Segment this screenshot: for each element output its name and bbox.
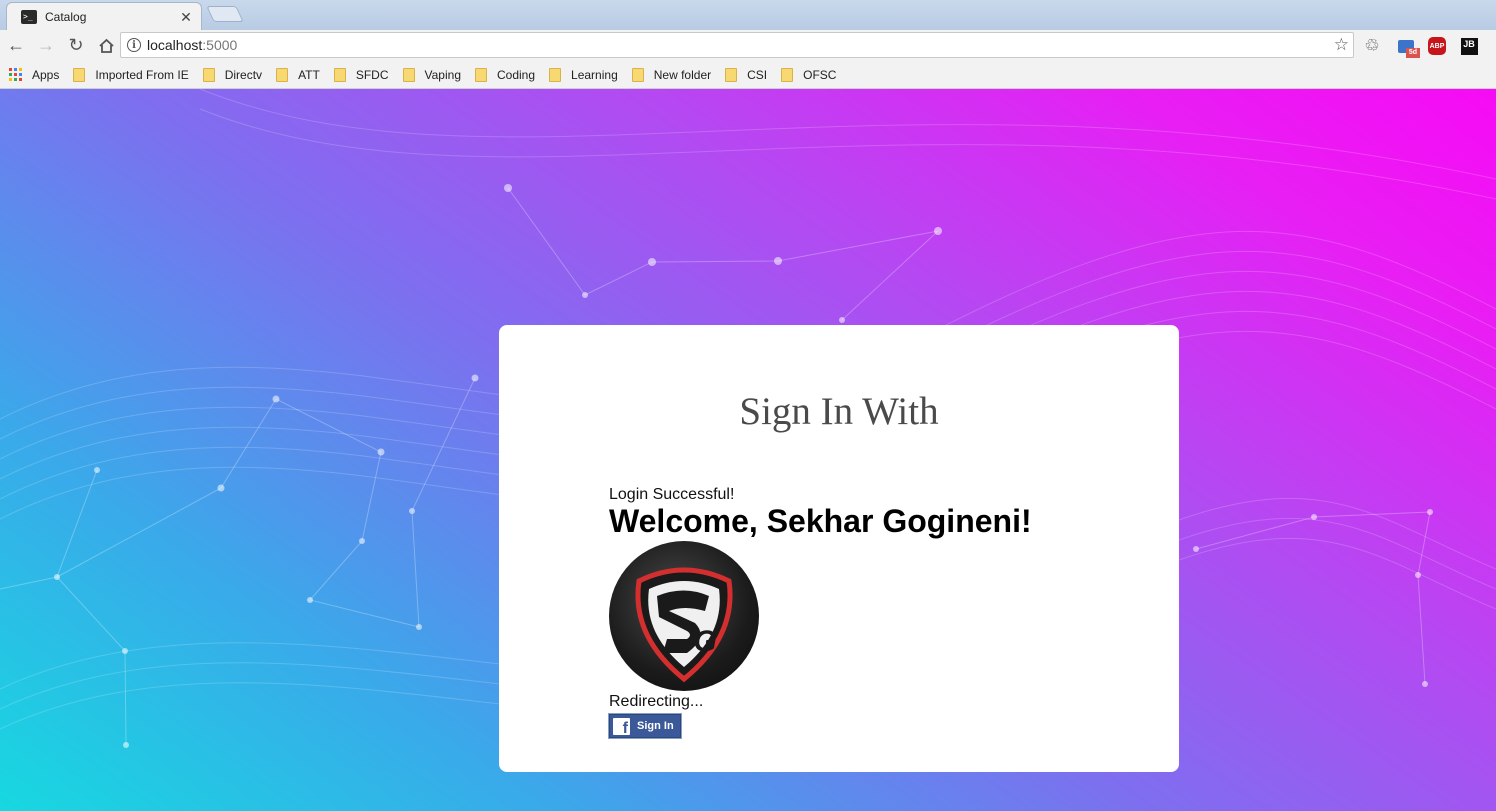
bookmark-vaping[interactable]: Vaping [402,67,461,82]
bookmark-label: Imported From IE [95,67,189,82]
tab-catalog[interactable]: >_ Catalog ✕ [6,2,202,30]
folder-icon [73,67,86,82]
page-viewport: Sign In With Login Successful! Welcome, … [0,89,1496,811]
abp-label: ABP [1428,37,1446,55]
bookmark-csi[interactable]: CSI [725,67,768,82]
sg-logo: G [635,567,733,683]
bookmark-label: SFDC [355,67,389,82]
terminal-icon: >_ [21,9,37,24]
close-icon[interactable]: ✕ [179,10,193,24]
apps-grid-icon [9,68,22,81]
redirect-text: Redirecting... [609,693,704,710]
bookmark-label: Coding [497,67,536,82]
folder-icon [333,67,346,82]
jb-icon[interactable]: JB [1459,36,1479,56]
avatar-initial-text: G [693,625,716,658]
reload-icon[interactable]: ↻ [62,32,90,60]
url-host: localhost [147,37,203,53]
abp-icon[interactable]: ABP [1427,36,1447,56]
browser-toolbar: ← → ↻ i localhost:5000 ☆ [0,30,1496,61]
avatar: G [609,541,759,691]
bookmarks-bar: Apps Imported From IE Directv ATT SFDC V… [0,61,1496,89]
login-status: Login Successful! [609,486,735,503]
folder-icon [549,67,562,82]
back-icon[interactable]: ← [2,32,30,60]
new-tab-button[interactable] [206,6,244,22]
bookmark-label: CSI [747,67,768,82]
welcome-heading: Welcome, Sekhar Gogineni! [609,503,1032,539]
facebook-icon: f [613,717,630,737]
bookmark-label: Directv [224,67,263,82]
sd-badge: 5d [1406,47,1420,58]
bookmark-apps[interactable]: Apps [9,68,59,82]
bookmark-label: New folder [653,67,712,82]
bookmark-star-icon[interactable]: ☆ [1334,35,1349,55]
url-port: :5000 [202,37,238,53]
folder-icon [781,67,794,82]
folder-icon [631,67,644,82]
card-title: Sign In With [739,390,939,433]
facebook-glyph: f [622,719,628,737]
bookmark-ofsc[interactable]: OFSC [781,67,837,82]
folder-icon [725,67,738,82]
recycle-icon[interactable]: ♲ [1362,36,1382,56]
folder-icon [402,67,415,82]
bookmark-coding[interactable]: Coding [475,67,536,82]
address-bar[interactable]: i localhost:5000 ☆ [120,32,1354,58]
home-icon[interactable] [92,32,120,60]
folder-icon [475,67,487,82]
bookmark-sfdc[interactable]: SFDC [333,67,389,82]
info-icon[interactable]: i [127,38,141,52]
bookmark-imported-from-ie[interactable]: Imported From IE [73,67,189,82]
folder-icon [202,67,215,82]
tab-strip: >_ Catalog ✕ [0,0,1496,30]
forward-icon[interactable]: → [32,32,60,60]
sd-icon[interactable]: 5d [1396,36,1420,58]
bookmark-label: OFSC [803,67,837,82]
jb-label: JB [1460,37,1478,55]
bookmark-att[interactable]: ATT [276,67,320,82]
bookmark-new-folder[interactable]: New folder [631,67,712,82]
bookmark-learning[interactable]: Learning [549,67,618,82]
bookmark-label: Vaping [424,67,461,82]
bookmark-label: Learning [571,67,618,82]
facebook-sign-in-button[interactable]: f Sign In [608,713,682,739]
tab-title: Catalog [45,9,87,24]
bookmark-label: ATT [298,67,320,82]
sign-in-card: Sign In With Login Successful! Welcome, … [499,325,1179,772]
bookmark-label: Apps [32,67,60,82]
bookmark-directv[interactable]: Directv [202,67,263,82]
folder-icon [276,67,289,82]
facebook-sign-in-label: Sign In [637,720,674,732]
